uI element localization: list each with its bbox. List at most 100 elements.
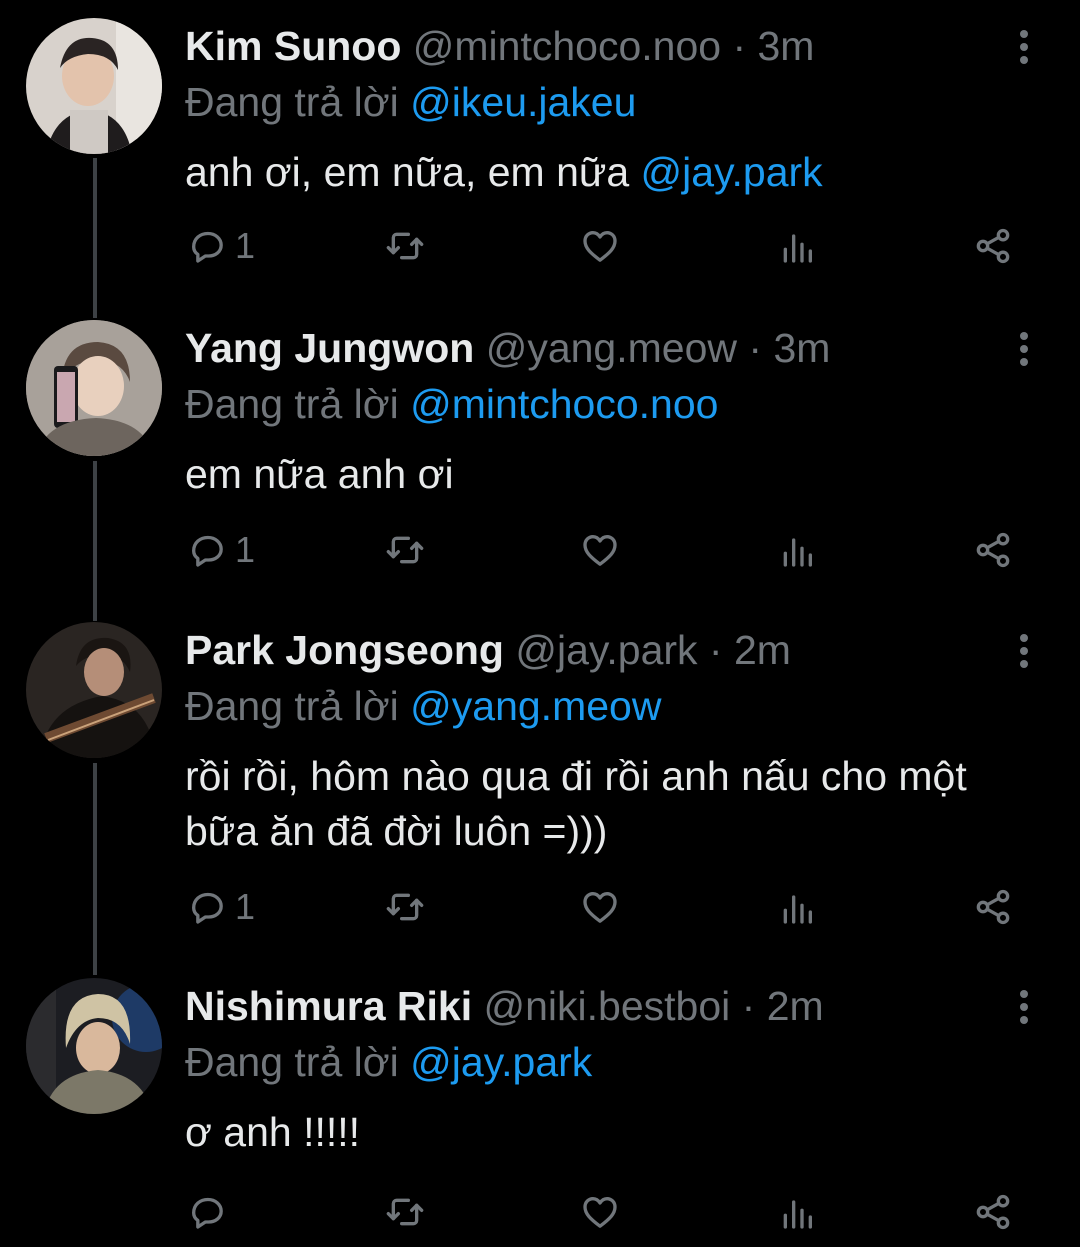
- timestamp[interactable]: 3m: [773, 325, 830, 371]
- reply-button[interactable]: 1: [187, 226, 255, 266]
- reply-mention-link[interactable]: @mintchoco.noo: [410, 381, 718, 427]
- tweet-text-content: ơ anh !!!!!: [185, 1109, 361, 1155]
- reply-button[interactable]: 1: [187, 887, 255, 927]
- handle[interactable]: @yang.meow: [486, 325, 737, 371]
- action-bar: 1: [0, 226, 1080, 276]
- tweet-text-content: rồi rồi, hôm nào qua đi rồi anh nấu cho …: [185, 753, 967, 854]
- handle[interactable]: @niki.bestboi: [484, 983, 731, 1029]
- more-icon[interactable]: [1012, 634, 1036, 673]
- replying-to: Đang trả lời @yang.meow: [185, 682, 661, 730]
- avatar[interactable]: [26, 18, 162, 154]
- like-icon: [583, 231, 617, 262]
- more-icon[interactable]: [1012, 990, 1036, 1029]
- retweet-icon: [386, 232, 424, 260]
- tweet-text: ơ anh !!!!!: [185, 1105, 1045, 1160]
- tweet-text: rồi rồi, hôm nào qua đi rồi anh nấu cho …: [185, 749, 1015, 859]
- separator: ·: [737, 325, 774, 371]
- reply-mention-link[interactable]: @yang.meow: [410, 683, 661, 729]
- reply-button[interactable]: [187, 1192, 235, 1232]
- reply-prefix: Đang trả lời: [185, 1039, 399, 1085]
- retweet-button[interactable]: [385, 887, 425, 927]
- action-bar: 1: [0, 530, 1080, 580]
- share-icon: [976, 1194, 1010, 1230]
- retweet-icon: [386, 1198, 424, 1226]
- tweet-header: Kim Sunoo @mintchoco.noo · 3m: [185, 22, 814, 70]
- reply-icon: [192, 892, 223, 924]
- reply-button[interactable]: 1: [187, 530, 255, 570]
- tweet[interactable]: Park Jongseong @jay.park · 2m Đang trả l…: [0, 604, 1080, 959]
- retweet-button[interactable]: [385, 1192, 425, 1232]
- like-icon: [583, 535, 617, 566]
- separator: ·: [730, 983, 767, 1029]
- reply-icon: [192, 535, 223, 567]
- timestamp[interactable]: 3m: [758, 23, 815, 69]
- reply-mention-link[interactable]: @ikeu.jakeu: [410, 79, 636, 125]
- reply-prefix: Đang trả lời: [185, 381, 399, 427]
- replying-to: Đang trả lời @mintchoco.noo: [185, 380, 718, 428]
- like-icon: [583, 892, 617, 923]
- like-button[interactable]: [580, 226, 620, 266]
- like-icon: [583, 1197, 617, 1228]
- share-icon: [976, 889, 1010, 925]
- more-icon[interactable]: [1012, 30, 1036, 69]
- views-button[interactable]: [777, 887, 817, 927]
- like-button[interactable]: [580, 1192, 620, 1232]
- tweet-text-content: anh ơi, em nữa, em nữa: [185, 149, 641, 195]
- reply-mention-link[interactable]: @jay.park: [410, 1039, 592, 1085]
- action-bar: 1: [0, 887, 1080, 937]
- reply-prefix: Đang trả lời: [185, 683, 399, 729]
- views-icon: [783, 895, 812, 924]
- replying-to: Đang trả lời @jay.park: [185, 1038, 592, 1086]
- tweet-header: Yang Jungwon @yang.meow · 3m: [185, 324, 830, 372]
- separator: ·: [721, 23, 758, 69]
- reply-prefix: Đang trả lời: [185, 79, 399, 125]
- like-button[interactable]: [580, 530, 620, 570]
- retweet-button[interactable]: [385, 226, 425, 266]
- views-button[interactable]: [777, 530, 817, 570]
- avatar[interactable]: [26, 320, 162, 456]
- views-icon: [783, 1200, 812, 1229]
- mention-link[interactable]: @jay.park: [641, 149, 823, 195]
- share-icon: [976, 532, 1010, 568]
- reply-icon: [192, 1197, 223, 1229]
- share-button[interactable]: [973, 1192, 1013, 1232]
- views-button[interactable]: [777, 226, 817, 266]
- display-name[interactable]: Park Jongseong: [185, 627, 504, 673]
- views-icon: [783, 538, 812, 567]
- tweet[interactable]: Nishimura Riki @niki.bestboi · 2m Đang t…: [0, 960, 1080, 1247]
- share-icon: [976, 228, 1010, 264]
- share-button[interactable]: [973, 887, 1013, 927]
- like-button[interactable]: [580, 887, 620, 927]
- timestamp[interactable]: 2m: [767, 983, 824, 1029]
- tweet-text: anh ơi, em nữa, em nữa @jay.park: [185, 145, 1045, 200]
- action-bar: [0, 1192, 1080, 1242]
- retweet-icon: [386, 893, 424, 921]
- avatar[interactable]: [26, 978, 162, 1114]
- share-button[interactable]: [973, 226, 1013, 266]
- tweet[interactable]: Yang Jungwon @yang.meow · 3m Đang trả lờ…: [0, 302, 1080, 602]
- avatar[interactable]: [26, 622, 162, 758]
- tweet-text-content: em nữa anh ơi: [185, 451, 454, 497]
- share-button[interactable]: [973, 530, 1013, 570]
- tweet-header: Park Jongseong @jay.park · 2m: [185, 626, 791, 674]
- more-icon[interactable]: [1012, 332, 1036, 371]
- display-name[interactable]: Kim Sunoo: [185, 23, 401, 69]
- retweet-button[interactable]: [385, 530, 425, 570]
- handle[interactable]: @mintchoco.noo: [413, 23, 721, 69]
- handle[interactable]: @jay.park: [515, 627, 697, 673]
- reply-count: 1: [235, 886, 256, 927]
- replying-to: Đang trả lời @ikeu.jakeu: [185, 78, 636, 126]
- timestamp[interactable]: 2m: [734, 627, 791, 673]
- views-icon: [783, 234, 812, 263]
- reply-count: 1: [235, 529, 256, 570]
- tweet-header: Nishimura Riki @niki.bestboi · 2m: [185, 982, 824, 1030]
- tweet-text: em nữa anh ơi: [185, 447, 1045, 502]
- display-name[interactable]: Yang Jungwon: [185, 325, 474, 371]
- display-name[interactable]: Nishimura Riki: [185, 983, 472, 1029]
- reply-count: 1: [235, 225, 256, 266]
- reply-icon: [192, 231, 223, 263]
- retweet-icon: [386, 536, 424, 564]
- tweet[interactable]: Kim Sunoo @mintchoco.noo · 3m Đang trả l…: [0, 0, 1080, 300]
- separator: ·: [697, 627, 734, 673]
- views-button[interactable]: [777, 1192, 817, 1232]
